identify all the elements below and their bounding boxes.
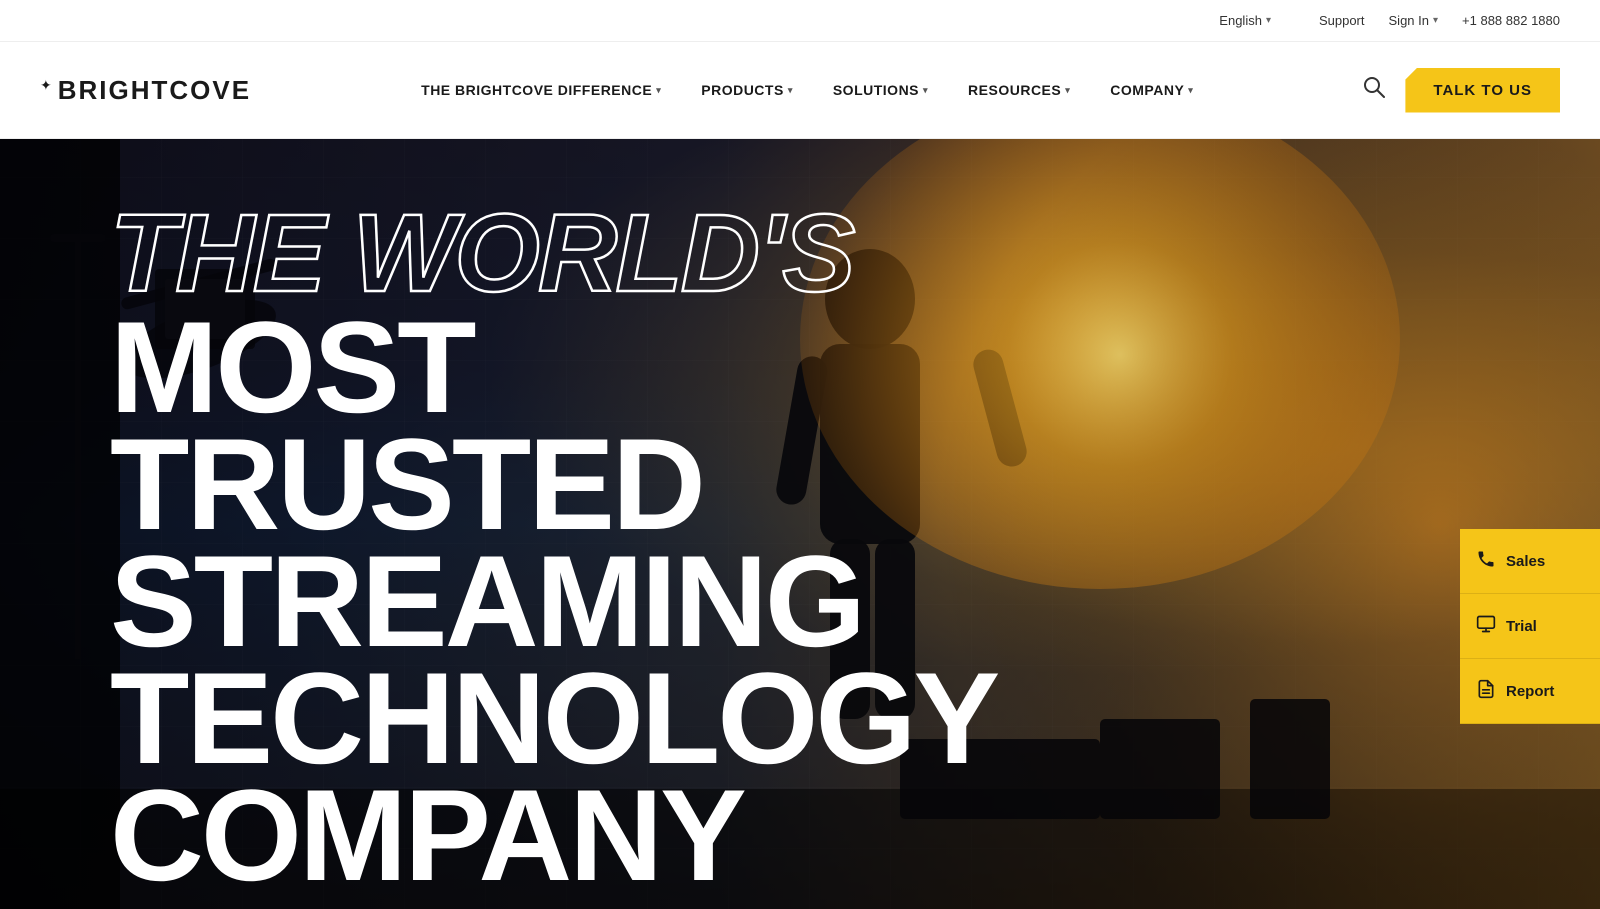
nav-label-company: COMPANY (1110, 82, 1184, 98)
nav-chevron-products: ▾ (788, 85, 793, 96)
monitor-icon (1476, 614, 1496, 639)
top-bar: English ▾ Support Sign In ▾ +1 888 882 1… (0, 0, 1600, 42)
logo-mark-icon: ✦ (40, 77, 52, 94)
nav-label-solutions: SOLUTIONS (833, 82, 919, 98)
logo[interactable]: ✦ BRIGHTCOVE (40, 75, 251, 106)
trial-label: Trial (1506, 618, 1537, 635)
logo-text: BRIGHTCOVE (58, 75, 251, 106)
nav-label-resources: RESOURCES (968, 82, 1061, 98)
language-chevron: ▾ (1266, 15, 1271, 26)
nav-label-products: PRODUCTS (701, 82, 784, 98)
nav-item-company[interactable]: COMPANY ▾ (1090, 82, 1213, 98)
nav-chevron-company: ▾ (1188, 85, 1193, 96)
nav-label-brightcove-difference: THE BRIGHTCOVE DIFFERENCE (421, 82, 652, 98)
hero-section: THE WORLD'S MOST TRUSTED STREAMING TECHN… (0, 139, 1600, 909)
phone-icon (1476, 549, 1496, 574)
sales-button[interactable]: Sales (1460, 529, 1600, 594)
side-buttons: Sales Trial Report (1460, 529, 1600, 724)
search-icon[interactable] (1363, 76, 1385, 104)
document-icon (1476, 679, 1496, 704)
language-selector[interactable]: English ▾ (1219, 13, 1271, 28)
trial-button[interactable]: Trial (1460, 594, 1600, 659)
hero-line1: THE WORLD'S (110, 199, 1070, 309)
signin-label: Sign In (1389, 13, 1429, 28)
phone-number[interactable]: +1 888 882 1880 (1462, 13, 1560, 28)
nav-item-solutions[interactable]: SOLUTIONS ▾ (813, 82, 948, 98)
talk-to-us-button[interactable]: TALK TO US (1405, 68, 1560, 113)
support-link[interactable]: Support (1319, 13, 1365, 28)
nav-right: TALK TO US (1363, 68, 1560, 113)
report-label: Report (1506, 683, 1554, 700)
hero-content: THE WORLD'S MOST TRUSTED STREAMING TECHN… (110, 199, 1070, 909)
main-navigation: ✦ BRIGHTCOVE THE BRIGHTCOVE DIFFERENCE ▾… (0, 42, 1600, 139)
hero-line2: MOST TRUSTED (110, 309, 1070, 543)
nav-chevron-solutions: ▾ (923, 85, 928, 96)
nav-chevron-brightcove-difference: ▾ (656, 85, 661, 96)
signin-link[interactable]: Sign In ▾ (1389, 13, 1439, 28)
nav-chevron-resources: ▾ (1065, 85, 1070, 96)
nav-item-brightcove-difference[interactable]: THE BRIGHTCOVE DIFFERENCE ▾ (401, 82, 681, 98)
hero-line3: STREAMING (110, 543, 1070, 660)
signin-chevron: ▾ (1433, 15, 1438, 26)
hero-line5: COMPANY (110, 777, 1070, 894)
nav-item-resources[interactable]: RESOURCES ▾ (948, 82, 1090, 98)
support-label: Support (1319, 13, 1365, 28)
hero-headline: THE WORLD'S MOST TRUSTED STREAMING TECHN… (110, 199, 1070, 894)
report-button[interactable]: Report (1460, 659, 1600, 724)
sales-label: Sales (1506, 553, 1545, 570)
phone-label: +1 888 882 1880 (1462, 13, 1560, 28)
language-label: English (1219, 13, 1262, 28)
nav-item-products[interactable]: PRODUCTS ▾ (681, 82, 813, 98)
hero-line4: TECHNOLOGY (110, 660, 1070, 777)
nav-links: THE BRIGHTCOVE DIFFERENCE ▾ PRODUCTS ▾ S… (251, 82, 1363, 98)
